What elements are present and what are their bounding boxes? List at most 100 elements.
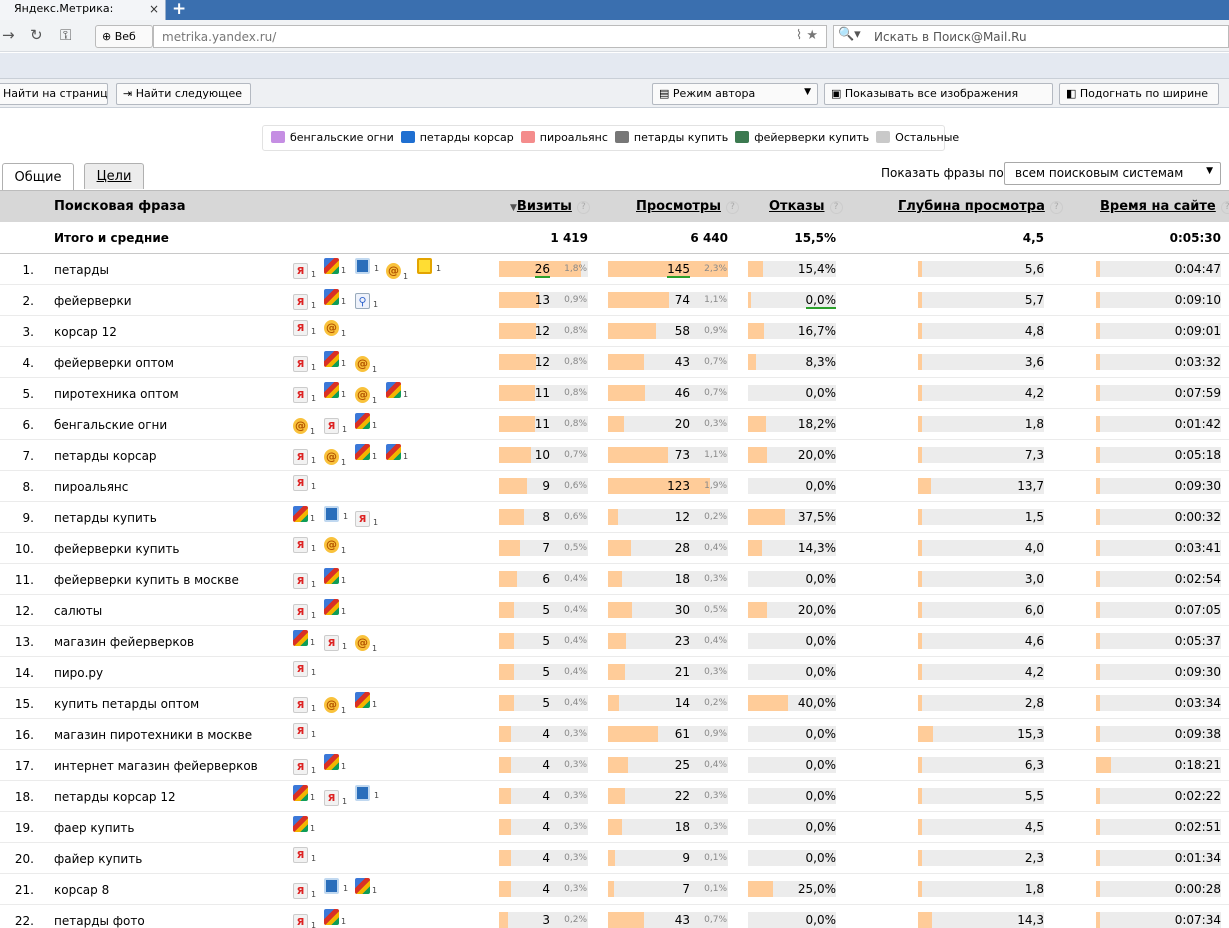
yandex-icon[interactable]: Я1 bbox=[355, 511, 378, 527]
visits-value[interactable]: 9 bbox=[542, 479, 550, 493]
google-icon[interactable]: 1 bbox=[386, 444, 408, 461]
close-icon[interactable]: × bbox=[149, 2, 159, 16]
search-phrase[interactable]: файер купить bbox=[54, 852, 142, 866]
yandex-icon[interactable]: Я1 bbox=[293, 661, 316, 677]
legend-item[interactable]: петарды купить bbox=[614, 131, 728, 144]
help-icon[interactable]: ? bbox=[1049, 201, 1063, 214]
legend-item[interactable]: бенгальские огни bbox=[271, 131, 394, 144]
search-phrase[interactable]: корсар 8 bbox=[54, 883, 109, 897]
visits-value[interactable]: 4 bbox=[542, 727, 550, 741]
search-phrase[interactable]: фейерверки оптом bbox=[54, 356, 174, 370]
yandex-icon[interactable]: Я1 bbox=[293, 604, 316, 620]
search-phrase[interactable]: петарды корсар bbox=[54, 449, 157, 463]
address-bar[interactable]: metrika.yandex.ru/ ⌇ ★ bbox=[153, 25, 827, 48]
help-icon[interactable]: ? bbox=[1220, 201, 1229, 214]
google-icon[interactable]: 1 bbox=[355, 878, 377, 895]
visits-value[interactable]: 5 bbox=[542, 603, 550, 617]
google-icon[interactable]: 1 bbox=[355, 444, 377, 461]
visits-value[interactable]: 7 bbox=[542, 541, 550, 555]
legend-item[interactable]: Остальные bbox=[876, 131, 959, 144]
col-time[interactable]: Время на сайте? bbox=[1100, 199, 1229, 214]
table-row[interactable]: 10. фейерверки купить Я 1 @1 7 0,5% 28 0,4% 14,3%… bbox=[0, 533, 1229, 564]
table-row[interactable]: 20. файер купить Я 1 4 0,3% 9 0,1% 0,0% 2,3 0:01:3… bbox=[0, 843, 1229, 874]
visits-value[interactable]: 11 bbox=[535, 417, 550, 431]
find-next-button[interactable]: ⇥ Найти следующее bbox=[116, 83, 251, 105]
yandex-icon[interactable]: Я1 bbox=[293, 847, 316, 863]
search-phrase[interactable]: петарды купить bbox=[54, 511, 157, 525]
visits-value[interactable]: 8 bbox=[542, 510, 550, 524]
yandex-icon[interactable]: Я1 bbox=[293, 356, 316, 372]
bing-icon[interactable]: 1 bbox=[355, 258, 379, 274]
yandex-icon[interactable]: Я1 bbox=[293, 537, 316, 553]
search-phrase[interactable]: бенгальские огни bbox=[54, 418, 167, 432]
reload-icon[interactable]: ↻ bbox=[30, 26, 43, 44]
google-icon[interactable]: 1 bbox=[293, 506, 315, 523]
search-phrase[interactable]: фейерверки bbox=[54, 294, 132, 308]
visits-value[interactable]: 10 bbox=[535, 448, 550, 462]
col-visits[interactable]: ▼Визиты? bbox=[510, 199, 590, 214]
author-mode-dropdown[interactable]: ▤ Режим автора ▼ bbox=[652, 83, 818, 105]
web-button[interactable]: ⊕ Веб bbox=[95, 25, 153, 48]
google-icon[interactable]: 1 bbox=[386, 382, 408, 399]
google-icon[interactable]: 1 bbox=[324, 909, 346, 926]
google-icon[interactable]: 1 bbox=[324, 351, 346, 368]
google-icon[interactable]: 1 bbox=[324, 258, 346, 275]
col-bounces[interactable]: Отказы? bbox=[769, 199, 843, 214]
tab-general[interactable]: Общие bbox=[2, 163, 74, 191]
visits-value[interactable]: 13 bbox=[535, 293, 550, 307]
search-phrase[interactable]: фаер купить bbox=[54, 821, 134, 835]
search-phrase[interactable]: интернет магазин фейерверков bbox=[54, 759, 258, 773]
yandex-icon[interactable]: Я1 bbox=[293, 914, 316, 928]
table-row[interactable]: 16. магазин пиротехники в москве Я 1 4 0,3% 61… bbox=[0, 719, 1229, 750]
table-row[interactable]: 17. интернет магазин фейерверков Я 1 1 4 0,3% 2… bbox=[0, 750, 1229, 781]
search-phrase[interactable]: пироальянс bbox=[54, 480, 128, 494]
visits-value[interactable]: 4 bbox=[542, 851, 550, 865]
legend-item[interactable]: фейерверки купить bbox=[735, 131, 869, 144]
browser-tab[interactable]: Яндекс.Метрика: × bbox=[0, 0, 166, 20]
yandex-icon[interactable]: Я1 bbox=[293, 475, 316, 491]
help-icon[interactable]: ? bbox=[725, 201, 739, 214]
yahoo-icon[interactable]: 1 bbox=[417, 258, 441, 274]
table-row[interactable]: 6. бенгальские огни @1 Я 1 1 11 0,8% 20 0,3% 18,2%… bbox=[0, 409, 1229, 440]
yandex-icon[interactable]: Я1 bbox=[293, 263, 316, 279]
mail-search-icon[interactable]: @1 bbox=[324, 320, 346, 338]
table-row[interactable]: 3. корсар 12 Я 1 @1 12 0,8% 58 0,9% 16,7% 4,8 0:09:… bbox=[0, 316, 1229, 347]
google-icon[interactable]: 1 bbox=[293, 816, 315, 833]
yandex-icon[interactable]: Я1 bbox=[293, 723, 316, 739]
visits-value[interactable]: 12 bbox=[535, 324, 550, 338]
table-row[interactable]: 21. корсар 8 Я 1 1 1 4 0,3% 7 0,1% 25,0% 1,8 0:00:28 bbox=[0, 874, 1229, 905]
col-views[interactable]: Просмотры? bbox=[636, 199, 739, 214]
visits-value[interactable]: 4 bbox=[542, 820, 550, 834]
visits-value[interactable]: 5 bbox=[542, 696, 550, 710]
table-row[interactable]: 2. фейерверки Я 1 1 ⚲ 1 13 0,9% 74 1,1% 0,0% 5,7 0:09… bbox=[0, 285, 1229, 316]
search-phrase[interactable]: пиротехника оптом bbox=[54, 387, 179, 401]
star-icon[interactable]: ★ bbox=[806, 28, 818, 43]
yandex-icon[interactable]: Я1 bbox=[293, 573, 316, 589]
yandex-icon[interactable]: Я1 bbox=[293, 759, 316, 775]
yandex-icon[interactable]: Я1 bbox=[293, 320, 316, 336]
search-phrase[interactable]: купить петарды оптом bbox=[54, 697, 199, 711]
table-row[interactable]: 19. фаер купить 1 4 0,3% 18 0,3% 0,0% 4,5 0:02:51 bbox=[0, 812, 1229, 843]
new-tab-icon[interactable]: + bbox=[172, 0, 186, 19]
fit-width-button[interactable]: ◧ Подогнать по ширине bbox=[1059, 83, 1219, 105]
visits-value[interactable]: 4 bbox=[542, 758, 550, 772]
table-row[interactable]: 18. петарды корсар 12 1 Я 1 1 4 0,3% 22 0,3% 0,0% 5… bbox=[0, 781, 1229, 812]
google-icon[interactable]: 1 bbox=[293, 630, 315, 647]
google-icon[interactable]: 1 bbox=[324, 289, 346, 306]
forward-icon[interactable]: → bbox=[2, 26, 15, 44]
mail-search-icon[interactable]: @1 bbox=[324, 537, 346, 555]
col-depth[interactable]: Глубина просмотра? bbox=[898, 199, 1063, 214]
search-phrase[interactable]: петарды bbox=[54, 263, 109, 277]
table-row[interactable]: 11. фейерверки купить в москве Я 1 1 6 0,4% 18 0… bbox=[0, 564, 1229, 595]
search-phrase[interactable]: магазин пиротехники в москве bbox=[54, 728, 252, 742]
visits-value[interactable]: 5 bbox=[542, 665, 550, 679]
table-row[interactable]: 13. магазин фейерверков 1 Я 1 @1 5 0,4% 23 0,4% 0,… bbox=[0, 626, 1229, 657]
google-icon[interactable]: 1 bbox=[324, 382, 346, 399]
tab-goals[interactable]: Цели bbox=[84, 163, 144, 189]
search-engine-select[interactable]: всем поисковым системам ▼ bbox=[1004, 162, 1221, 185]
key-icon[interactable]: ⚿ bbox=[60, 26, 71, 44]
search-phrase[interactable]: корсар 12 bbox=[54, 325, 117, 339]
visits-value[interactable]: 26 bbox=[534, 262, 550, 278]
bing-icon[interactable]: 1 bbox=[324, 878, 348, 894]
legend-item[interactable]: петарды корсар bbox=[400, 131, 514, 144]
